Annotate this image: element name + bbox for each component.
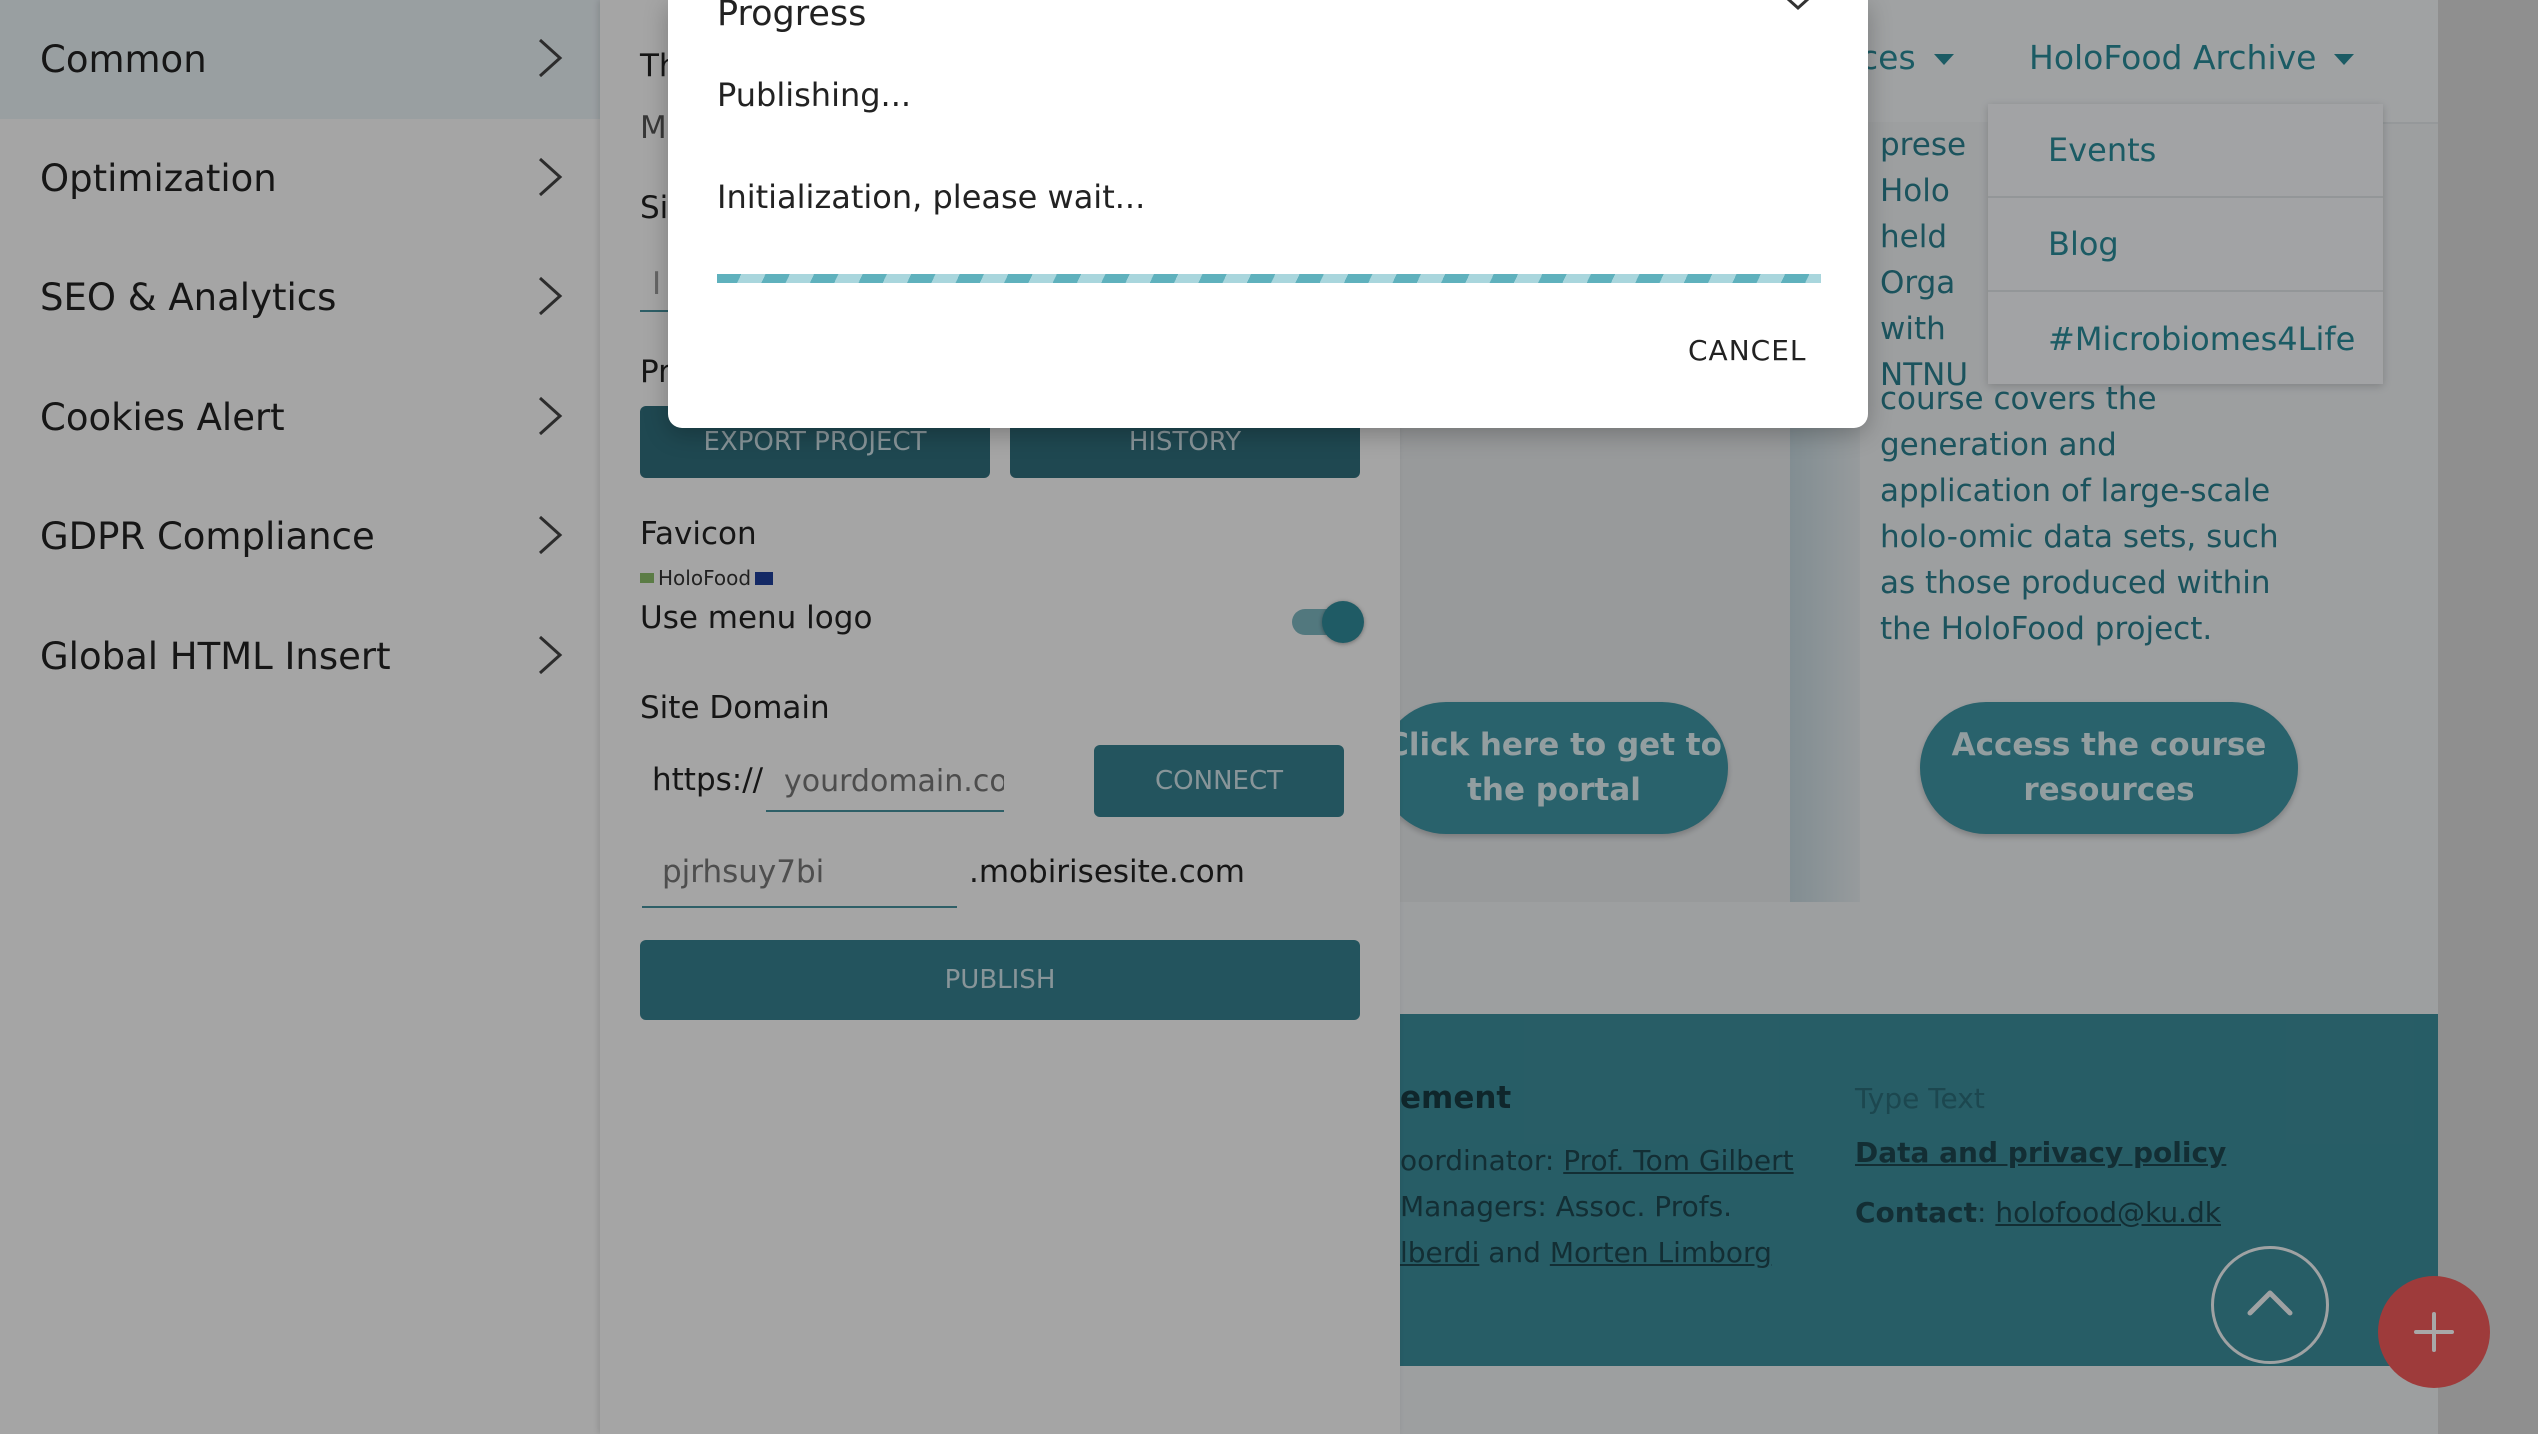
cancel-button[interactable]: CANCEL (1678, 330, 1817, 371)
publish-status: Publishing... (717, 76, 912, 114)
dialog-title: Progress (717, 0, 867, 34)
cancel-label: CANCEL (1688, 334, 1807, 367)
progress-message: Initialization, please wait... (717, 178, 1146, 216)
progress-dialog: Progress Publishing... Initialization, p… (668, 0, 1868, 428)
progress-bar (717, 274, 1821, 283)
close-icon (1786, 0, 1810, 11)
close-button[interactable] (1776, 0, 1820, 28)
